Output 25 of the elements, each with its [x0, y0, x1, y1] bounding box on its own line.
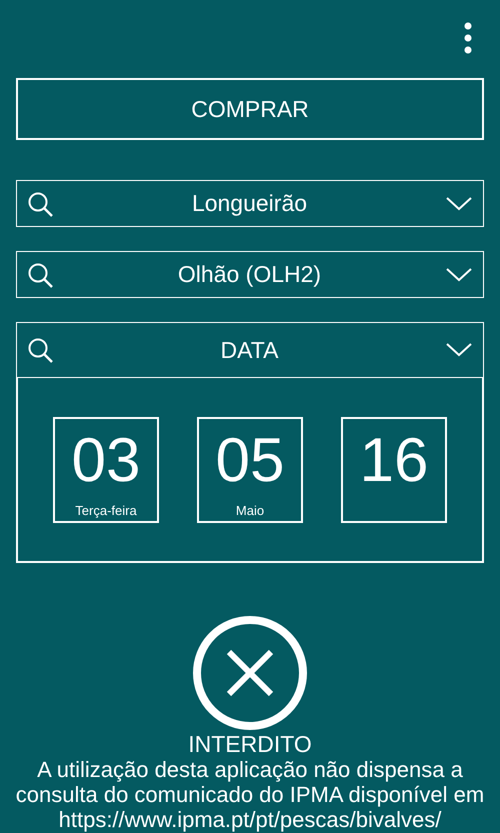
chevron-down-icon — [446, 268, 472, 282]
date-number: 05 — [216, 424, 284, 496]
search-icon — [27, 337, 53, 363]
cross-circle-icon — [192, 615, 308, 731]
date-number: 16 — [360, 424, 428, 496]
date-caption: Terça-feira — [75, 502, 137, 518]
date-field[interactable]: 03 Terça-feira — [53, 416, 159, 522]
buy-button[interactable]: COMPRAR — [16, 78, 484, 140]
chevron-down-icon — [446, 196, 472, 210]
date-field[interactable]: 16 — [341, 416, 447, 522]
date-caption: Maio — [236, 502, 264, 518]
date-dropdown[interactable]: DATA — [16, 322, 484, 378]
dropdown-value: DATA — [220, 336, 280, 364]
dropdown[interactable]: Olhão (OLH2) — [16, 251, 484, 298]
date-number: 03 — [72, 424, 140, 496]
notice-text: A utilização desta aplicação não dispensa a consulta do comunicado do IPMA disponível em https://www.ipma.pt/pt/pescas/bivalves/ — [14, 757, 486, 832]
search-icon — [27, 190, 53, 216]
dropdown[interactable]: Longueirão — [16, 180, 484, 227]
more-options-icon[interactable] — [463, 22, 473, 54]
dropdown-value: Longueirão — [190, 190, 308, 217]
dropdown-value: Olhão (OLH2) — [176, 261, 322, 288]
search-icon — [27, 262, 53, 288]
date-field[interactable]: 05 Maio — [197, 416, 303, 522]
chevron-down-icon — [446, 343, 472, 357]
status-label: INTERDITO — [188, 731, 312, 757]
